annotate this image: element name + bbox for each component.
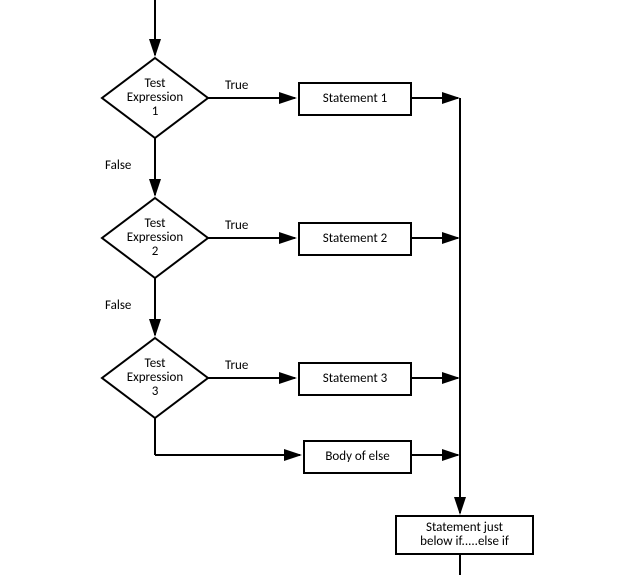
process-label: Statement justbelow if.....else if <box>420 521 509 550</box>
process-statement-3: Statement 3 <box>298 362 412 396</box>
flowchart-canvas: TestExpression1 TestExpression2 TestExpr… <box>0 0 629 575</box>
process-body-of-else: Body of else <box>303 440 412 474</box>
edge-label-false: False <box>105 298 131 313</box>
edge-label-false: False <box>105 158 131 173</box>
decision-label: TestExpression1 <box>105 58 205 138</box>
process-statement-2: Statement 2 <box>298 222 412 256</box>
decision-test-expression-1: TestExpression1 <box>105 58 205 138</box>
edge-label-true: True <box>225 78 248 93</box>
edge-label-true: True <box>225 218 248 233</box>
decision-label: TestExpression2 <box>105 198 205 278</box>
process-statement-1: Statement 1 <box>298 82 412 116</box>
process-label: Statement 1 <box>323 92 387 106</box>
process-label: Body of else <box>325 450 389 464</box>
decision-test-expression-2: TestExpression2 <box>105 198 205 278</box>
decision-label: TestExpression3 <box>105 338 205 418</box>
process-exit-statement: Statement justbelow if.....else if <box>395 515 534 555</box>
process-label: Statement 2 <box>323 232 387 246</box>
decision-test-expression-3: TestExpression3 <box>105 338 205 418</box>
process-label: Statement 3 <box>323 372 387 386</box>
edge-label-true: True <box>225 358 248 373</box>
